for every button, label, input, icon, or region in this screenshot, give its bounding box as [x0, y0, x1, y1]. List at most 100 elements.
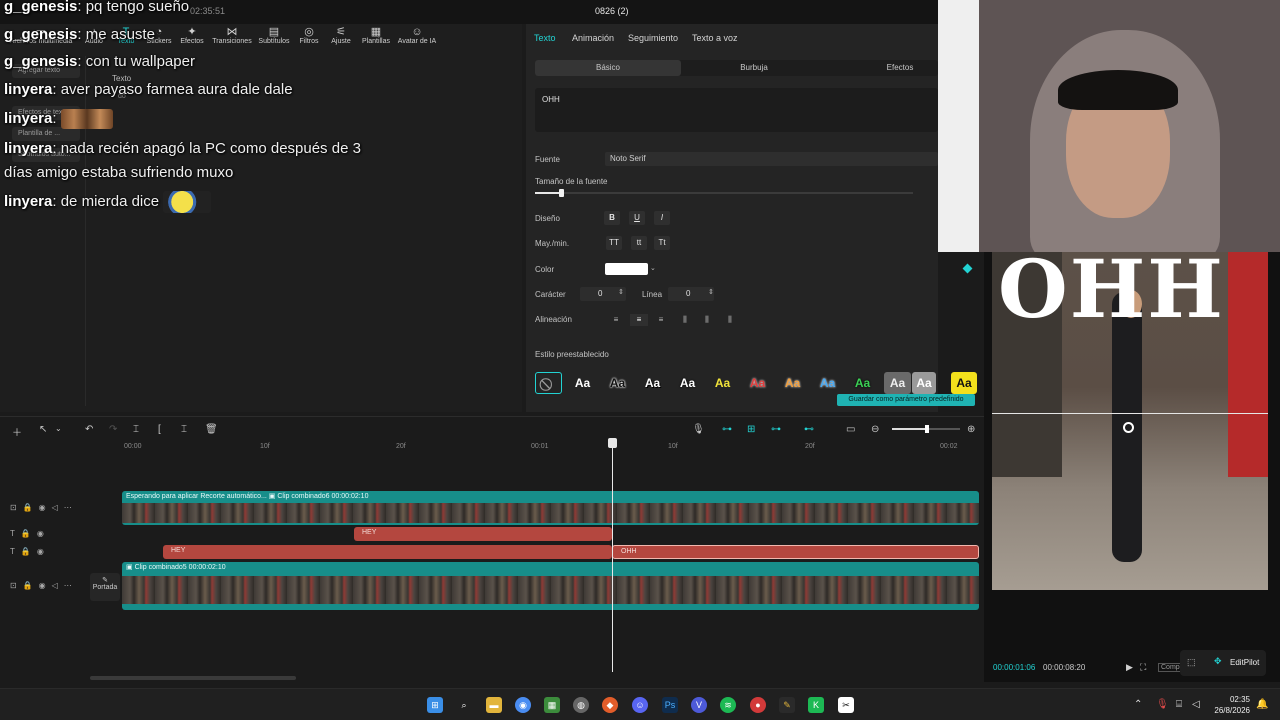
preset-style[interactable]: Aa [849, 372, 876, 394]
network-icon[interactable]: ⌸ [1176, 699, 1182, 710]
preset-style[interactable]: Aa [709, 372, 736, 394]
tab-text-to-speech[interactable]: Texto a voz [692, 33, 738, 43]
stepper-icon[interactable]: ⇕ [708, 288, 714, 296]
zoom-in-icon[interactable]: ⊕ [967, 424, 975, 435]
link-icon[interactable]: ⊶ [722, 424, 732, 435]
delete-icon[interactable]: 🗑 [205, 424, 218, 435]
preset-style[interactable]: Aa [779, 372, 806, 394]
discord-icon[interactable]: ☺ [632, 697, 648, 713]
preset-style[interactable]: Aa [884, 372, 911, 394]
align-vertical-center-icon[interactable]: ⫼ [698, 314, 716, 326]
tab-animation[interactable]: Animación [572, 33, 614, 43]
text-clip[interactable]: HEY [354, 527, 612, 541]
preset-style[interactable]: Aa [604, 372, 631, 394]
playhead-handle[interactable] [608, 438, 617, 448]
subtab-bubble[interactable]: Burbuja [681, 60, 827, 76]
align-vertical-top-icon[interactable]: ⫼ [676, 314, 694, 326]
italic-button[interactable]: I [654, 211, 670, 225]
timeline-scrollbar[interactable] [90, 676, 296, 680]
align-center-icon[interactable]: ≡ [630, 314, 648, 326]
preset-style[interactable]: Aa [639, 372, 666, 394]
windows-start-icon[interactable]: ⊞ [427, 697, 443, 713]
preset-style[interactable]: Aa [912, 372, 936, 394]
color-picker[interactable] [605, 263, 648, 275]
add-icon[interactable]: ＋ [12, 424, 22, 439]
compare-button[interactable]: Comp [1158, 663, 1183, 672]
app-icon[interactable]: ✎ [779, 697, 795, 713]
file-explorer-icon[interactable]: ▬ [486, 697, 502, 713]
track-controls[interactable]: T🔒◉ [10, 547, 50, 556]
video-clip[interactable]: Esperando para aplicar Recorte automátic… [122, 491, 979, 525]
trim-right-icon[interactable]: ⌶ [181, 424, 187, 435]
font-size-knob[interactable] [559, 189, 565, 197]
align-vertical-bottom-icon[interactable]: ⫼ [721, 314, 739, 326]
align-track-icon[interactable]: ⊷ [804, 424, 814, 435]
redo-icon[interactable]: ↷ [109, 424, 117, 435]
split-icon[interactable]: ⌶ [133, 424, 139, 435]
spotify-icon[interactable]: ≋ [720, 697, 736, 713]
underline-button[interactable]: U [629, 211, 645, 225]
preset-style[interactable]: Aa [674, 372, 701, 394]
volume-icon[interactable]: ◁ [1192, 699, 1200, 710]
font-select[interactable]: Noto Serif [605, 152, 938, 166]
zoom-out-icon[interactable]: ⊖ [871, 424, 879, 435]
track-controls[interactable]: ⊡🔒◉◁⋯ [10, 581, 78, 590]
preset-style[interactable]: Aa [814, 372, 841, 394]
chevron-up-icon[interactable]: ⌃ [1134, 699, 1142, 710]
selection-icon[interactable]: ⬚ [1187, 657, 1196, 668]
chrome-icon[interactable]: ◉ [515, 697, 531, 713]
align-left-icon[interactable]: ≡ [607, 314, 625, 326]
rotate-handle-icon[interactable] [1123, 422, 1134, 433]
preset-style[interactable]: Aa [569, 372, 596, 394]
stepper-icon[interactable]: ⇕ [618, 288, 624, 296]
taskbar-clock[interactable]: 02:35 26/8/2026 [1208, 694, 1250, 716]
preset-style[interactable]: Aa [951, 372, 977, 394]
trim-left-icon[interactable]: [ [158, 424, 161, 435]
case-upper-button[interactable]: TT [606, 236, 622, 250]
track-controls[interactable]: T🔒◉ [10, 529, 50, 538]
subtab-basic[interactable]: Básico [535, 60, 681, 76]
case-title-button[interactable]: Tt [654, 236, 670, 250]
brave-icon[interactable]: ◆ [602, 697, 618, 713]
obs-icon[interactable]: ◍ [573, 697, 589, 713]
chevron-down-icon[interactable]: ⌄ [55, 424, 62, 433]
zoom-slider[interactable] [892, 425, 960, 433]
preset-none-icon[interactable]: ⃠ [535, 372, 562, 394]
editpilot-button[interactable]: EditPilot [1230, 658, 1259, 667]
kick-icon[interactable]: K [808, 697, 824, 713]
caption-icon[interactable]: ▭ [846, 424, 855, 435]
tab-text-props[interactable]: Texto [534, 33, 556, 43]
playhead[interactable] [612, 440, 613, 672]
text-content-input[interactable]: OHH [535, 88, 938, 132]
case-lower-button[interactable]: tt [631, 236, 647, 250]
pointer-icon[interactable]: ↖ [39, 424, 47, 435]
chevron-down-icon[interactable]: ⌄ [650, 264, 656, 272]
record-app-icon[interactable]: ● [750, 697, 766, 713]
bold-button[interactable]: B [604, 211, 620, 225]
preview-video[interactable]: OHH [992, 252, 1268, 590]
minecraft-icon[interactable]: ▦ [544, 697, 560, 713]
search-icon[interactable]: ⌕ [456, 697, 472, 713]
microphone-icon[interactable]: 🎙 [1156, 699, 1169, 710]
undo-icon[interactable]: ↶ [85, 424, 93, 435]
microphone-icon[interactable]: 🎙 [692, 424, 705, 435]
font-size-slider[interactable] [535, 189, 913, 197]
snap-icon[interactable]: ⊞ [747, 424, 755, 435]
notification-bell-icon[interactable]: 🔔 [1256, 699, 1268, 710]
fit-icon[interactable]: ⛶ [1140, 662, 1146, 673]
align-right-icon[interactable]: ≡ [652, 314, 670, 326]
photoshop-icon[interactable]: Ps [662, 697, 678, 713]
capcut-icon[interactable]: ✂ [838, 697, 854, 713]
vpn-icon[interactable]: V [691, 697, 707, 713]
preset-style[interactable]: Aa [744, 372, 771, 394]
text-clip[interactable]: HEY [163, 545, 612, 559]
save-preset-button[interactable]: Guardar como parámetro predefinido [837, 394, 975, 406]
video-clip[interactable]: ▣ Clip combinado5 00:00:02:10 [122, 562, 979, 610]
play-icon[interactable]: ▶ [1126, 662, 1133, 673]
text-clip-selected[interactable]: OHH [612, 545, 979, 559]
magnet-icon[interactable]: ⊶ [771, 424, 781, 435]
zoom-knob[interactable] [925, 425, 929, 433]
keyframe-icon[interactable] [962, 263, 973, 274]
tab-tracking[interactable]: Seguimiento [628, 33, 678, 43]
track-controls[interactable]: ⊡🔒◉◁⋯ [10, 503, 78, 512]
